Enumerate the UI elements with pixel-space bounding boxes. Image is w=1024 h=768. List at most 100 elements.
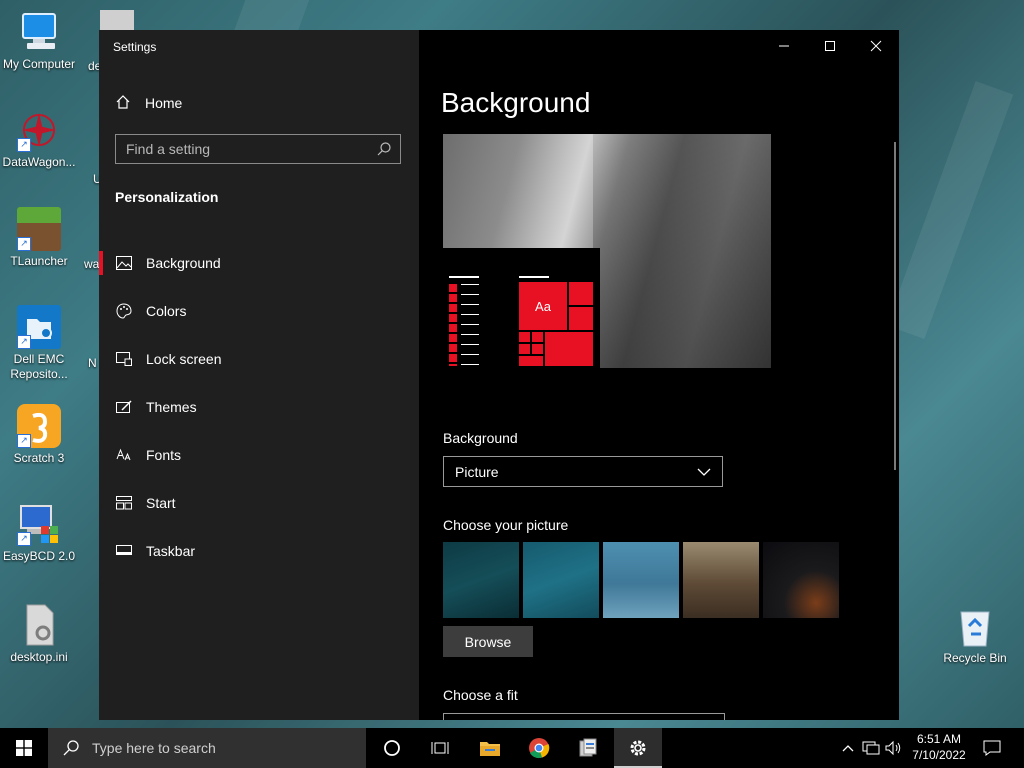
document-stack-icon [579, 738, 597, 757]
taskbar-icon [115, 542, 133, 560]
picture-thumbnail[interactable] [683, 542, 759, 618]
recycle-bin-icon [953, 604, 997, 648]
browse-button[interactable]: Browse [443, 626, 533, 657]
desktop-icon-dell-emc[interactable]: ↗ Dell EMC Reposito... [0, 305, 79, 382]
shortcut-arrow-icon: ↗ [17, 138, 31, 152]
chrome-icon [529, 738, 550, 759]
choose-fit-dropdown[interactable] [443, 713, 725, 720]
desktop-icon-label: Reposito... [10, 367, 68, 381]
maximize-icon [825, 41, 835, 51]
content-scrollbar[interactable] [894, 142, 896, 470]
start-button[interactable] [0, 728, 48, 768]
network-icon [862, 741, 880, 755]
close-button[interactable] [853, 30, 899, 62]
preview-tile-large: Aa [519, 282, 567, 330]
desktop-icon-partial[interactable] [100, 10, 134, 30]
desktop-icon-label: TLauncher [10, 254, 68, 268]
taskbar-search-box[interactable]: Type here to search [48, 728, 366, 768]
close-icon [870, 40, 882, 52]
settings-window: Settings Home Personalization Background… [99, 30, 899, 720]
show-hidden-icons-button[interactable] [838, 728, 858, 768]
wallpaper-streak [886, 80, 1014, 340]
search-input[interactable] [116, 135, 376, 163]
picture-thumbnail[interactable] [763, 542, 839, 618]
settings-app-button[interactable] [614, 728, 662, 768]
file-explorer-button[interactable] [466, 728, 514, 768]
minimize-button[interactable] [761, 30, 807, 62]
page-title: Background [441, 87, 591, 118]
nav-item-background[interactable]: Background [99, 239, 419, 287]
nav-home-label: Home [145, 95, 183, 111]
lock-screen-icon [115, 350, 133, 368]
desktop-icon-datawagon[interactable]: ↗ DataWagon... [0, 108, 79, 170]
grass-block-icon: ↗ [17, 207, 61, 251]
task-view-button[interactable] [416, 728, 464, 768]
nav-item-colors[interactable]: Colors [99, 287, 419, 335]
preview-tile [569, 307, 593, 330]
personalization-nav: Background Colors Lock screen Themes Fon… [99, 239, 419, 575]
settings-file-icon [17, 603, 61, 647]
home-icon [115, 94, 131, 113]
search-icon[interactable] [376, 141, 392, 162]
desktop-icon-scratch[interactable]: ↗ Scratch 3 [0, 404, 79, 466]
desktop-icon-desktop-ini[interactable]: desktop.ini [0, 603, 79, 665]
desktop-icon-my-computer[interactable]: My Computer [0, 10, 79, 72]
picture-thumbnail[interactable] [523, 542, 599, 618]
taskbar: Type here to search 6:51 AM 7/10/2022 [0, 728, 1024, 768]
picture-thumbnails [443, 542, 839, 618]
volume-button[interactable] [883, 728, 905, 768]
cortana-button[interactable] [368, 728, 416, 768]
desktop-icon-label: desktop.ini [10, 650, 68, 664]
desktop-icon-label: Recycle Bin [943, 651, 1007, 665]
desktop-icon-label: Scratch 3 [13, 451, 65, 465]
taskbar-clock[interactable]: 6:51 AM 7/10/2022 [904, 731, 974, 763]
nav-item-label: Lock screen [146, 351, 222, 367]
desktop-icon-easybcd[interactable]: ↗ EasyBCD 2.0 [0, 502, 79, 564]
palette-icon [115, 302, 133, 320]
preview-tile [519, 356, 543, 366]
settings-content: Background Aa Background Picture Choose … [419, 30, 899, 720]
desktop-icon-label: EasyBCD 2.0 [2, 549, 76, 563]
nav-home[interactable]: Home [115, 93, 182, 113]
preview-tile-column [449, 284, 457, 366]
shortcut-arrow-icon: ↗ [17, 532, 31, 546]
desktop-icon-recycle-bin[interactable]: Recycle Bin [935, 604, 1015, 666]
start-menu-icon [115, 494, 133, 512]
network-button[interactable] [860, 728, 882, 768]
preview-tile [545, 332, 593, 366]
preview-tile [519, 344, 530, 354]
nav-item-start[interactable]: Start [99, 479, 419, 527]
choose-fit-label: Choose a fit [443, 687, 518, 703]
picture-icon [115, 254, 133, 272]
preview-start-menu: Aa [443, 248, 600, 368]
cortana-icon [384, 740, 400, 756]
font-icon [115, 446, 133, 464]
windows-logo-icon [16, 740, 32, 756]
folder-icon [480, 742, 500, 756]
maximize-button[interactable] [807, 30, 853, 62]
desktop-icon-label: N [88, 356, 97, 370]
background-preview: Aa [443, 134, 771, 368]
nav-item-fonts[interactable]: Fonts [99, 431, 419, 479]
action-center-button[interactable] [978, 728, 1006, 768]
background-type-dropdown[interactable]: Picture [443, 456, 723, 487]
chrome-button[interactable] [515, 728, 563, 768]
nav-item-lock-screen[interactable]: Lock screen [99, 335, 419, 383]
generic-app-button[interactable] [564, 728, 612, 768]
nav-item-taskbar[interactable]: Taskbar [99, 527, 419, 575]
picture-thumbnail[interactable] [443, 542, 519, 618]
picture-thumbnail[interactable] [603, 542, 679, 618]
rock-texture [593, 134, 771, 368]
preview-list-lines [461, 284, 479, 366]
nav-item-label: Colors [146, 303, 187, 319]
minimize-icon [779, 45, 789, 47]
clock-date: 7/10/2022 [912, 748, 966, 762]
gear-icon [630, 740, 646, 756]
datawagon-icon: ↗ [17, 108, 61, 152]
taskbar-search-placeholder: Type here to search [92, 740, 216, 756]
nav-item-themes[interactable]: Themes [99, 383, 419, 431]
desktop-icon-tlauncher[interactable]: ↗ TLauncher [0, 207, 79, 269]
brush-icon [115, 398, 133, 416]
shortcut-arrow-icon: ↗ [17, 335, 31, 349]
find-setting-search[interactable] [115, 134, 401, 164]
